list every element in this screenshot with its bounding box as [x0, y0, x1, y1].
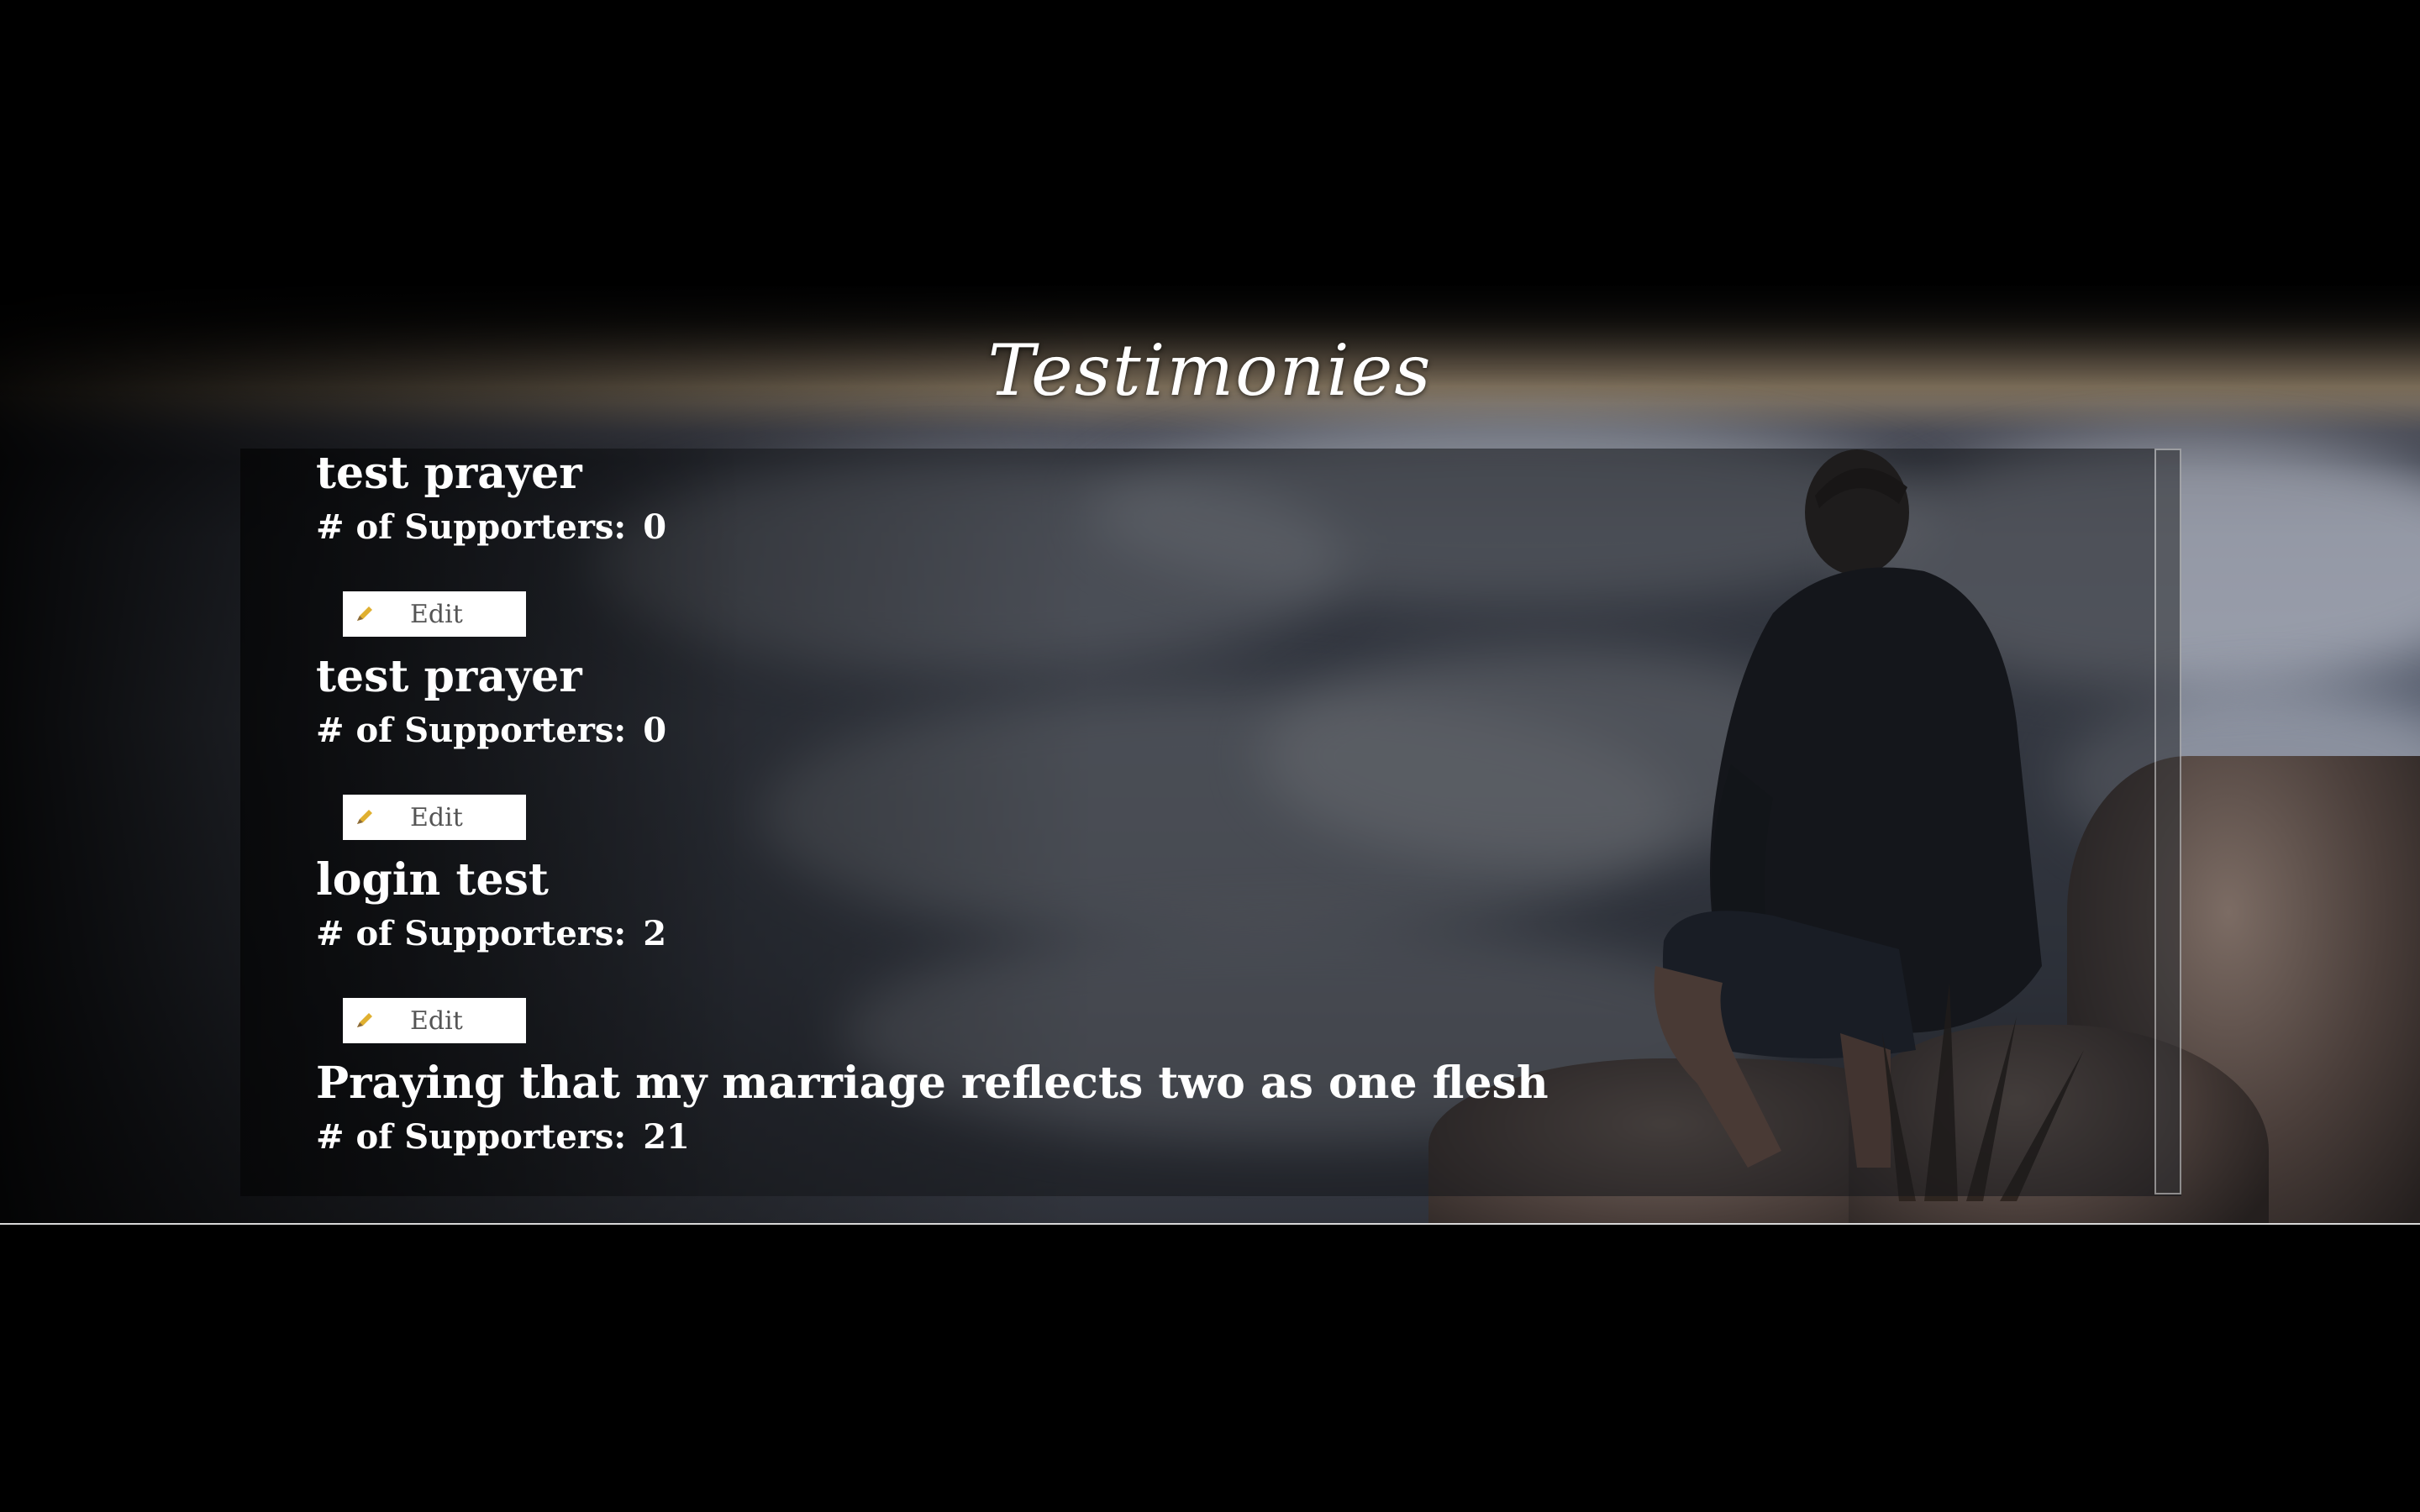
- entry-title: Praying that my marriage reflects two as…: [316, 1058, 1549, 1109]
- list-item: login test # of Supporters: 2: [316, 855, 666, 958]
- edit-label: Edit: [410, 1005, 463, 1036]
- edit-button[interactable]: Edit: [343, 591, 526, 637]
- supporters-count: # of Supporters: 0: [316, 504, 666, 551]
- list-item: test prayer # of Supporters: 0: [316, 652, 666, 754]
- list-item: test prayer # of Supporters: 0: [316, 449, 666, 551]
- supporters-label: # of Supporters:: [316, 1117, 627, 1157]
- scrollbar[interactable]: [2154, 449, 2181, 1194]
- list-item: Praying that my marriage reflects two as…: [316, 1058, 1549, 1161]
- divider: [0, 1223, 2420, 1225]
- edit-label: Edit: [410, 599, 463, 629]
- supporters-value: 2: [643, 914, 667, 953]
- entry-title: login test: [316, 854, 549, 906]
- page: Testimonies test prayer # of Supporters:…: [0, 0, 2420, 1512]
- supporters-label: # of Supporters:: [316, 914, 627, 953]
- supporters-value: 21: [643, 1117, 690, 1157]
- supporters-label: # of Supporters:: [316, 507, 627, 547]
- supporters-count: # of Supporters: 21: [316, 1114, 1549, 1161]
- pencil-icon: [355, 807, 375, 827]
- supporters-count: # of Supporters: 2: [316, 911, 666, 958]
- supporters-label: # of Supporters:: [316, 711, 627, 750]
- supporters-value: 0: [643, 507, 667, 547]
- edit-button[interactable]: Edit: [343, 795, 526, 840]
- pencil-icon: [355, 1011, 375, 1031]
- edit-button[interactable]: Edit: [343, 998, 526, 1043]
- pencil-icon: [355, 604, 375, 624]
- supporters-value: 0: [643, 711, 667, 750]
- supporters-count: # of Supporters: 0: [316, 707, 666, 754]
- page-title: Testimonies: [987, 329, 1433, 412]
- testimonies-list[interactable]: test prayer # of Supporters: 0 Edit test …: [240, 449, 2181, 1196]
- entry-title: test prayer: [316, 449, 582, 499]
- edit-label: Edit: [410, 802, 463, 832]
- entry-title: test prayer: [316, 651, 582, 702]
